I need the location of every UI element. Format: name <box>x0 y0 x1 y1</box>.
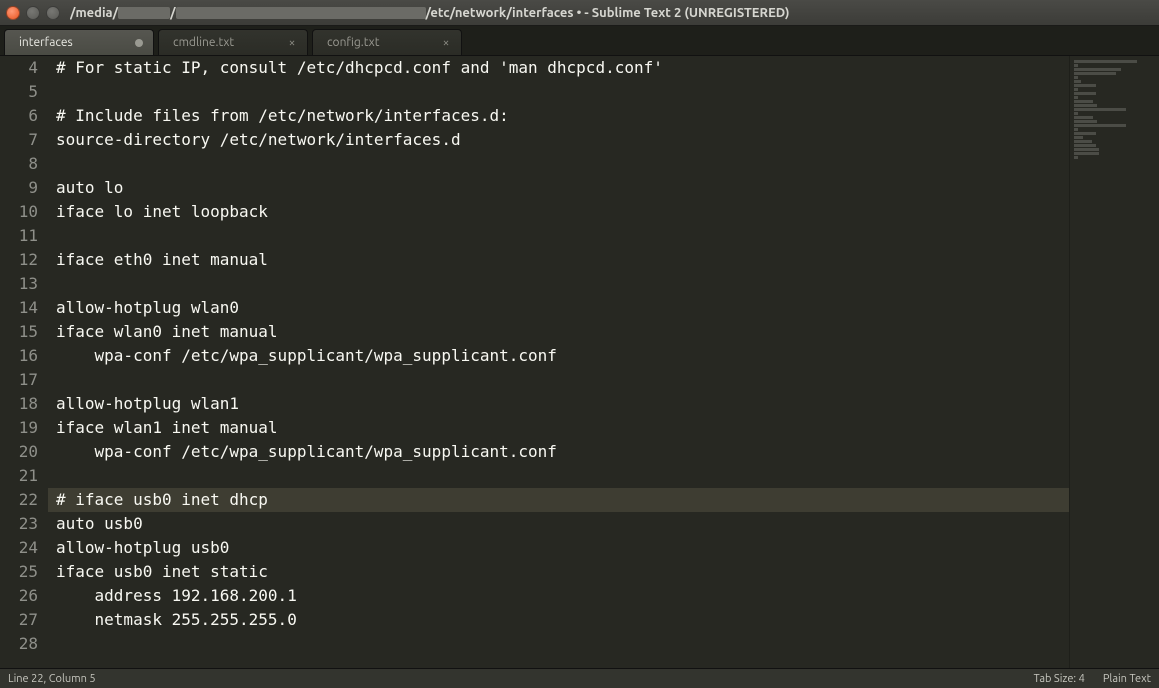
code-line[interactable]: address 192.168.200.1 <box>56 584 1069 608</box>
minimap-content <box>1074 60 1155 160</box>
code-line[interactable]: iface usb0 inet static <box>56 560 1069 584</box>
line-number: 23 <box>0 512 38 536</box>
window-titlebar: /media///etc/network/interfaces • - Subl… <box>0 0 1159 26</box>
line-number: 4 <box>0 56 38 80</box>
code-line[interactable] <box>56 224 1069 248</box>
code-line[interactable]: allow-hotplug usb0 <box>56 536 1069 560</box>
line-number: 10 <box>0 200 38 224</box>
window-controls <box>6 6 60 20</box>
status-tabsize[interactable]: Tab Size: 4 <box>1034 673 1085 685</box>
code-line[interactable] <box>56 152 1069 176</box>
code-line[interactable]: iface wlan0 inet manual <box>56 320 1069 344</box>
line-number: 24 <box>0 536 38 560</box>
code-line[interactable]: iface wlan1 inet manual <box>56 416 1069 440</box>
code-line[interactable]: source-directory /etc/network/interfaces… <box>56 128 1069 152</box>
line-number: 14 <box>0 296 38 320</box>
code-line[interactable]: wpa-conf /etc/wpa_supplicant/wpa_supplic… <box>56 344 1069 368</box>
line-number: 26 <box>0 584 38 608</box>
status-position[interactable]: Line 22, Column 5 <box>8 673 96 685</box>
line-number: 9 <box>0 176 38 200</box>
code-line[interactable]: wpa-conf /etc/wpa_supplicant/wpa_supplic… <box>56 440 1069 464</box>
line-number-gutter: 4567891011121314151617181920212223242526… <box>0 56 48 668</box>
line-number: 20 <box>0 440 38 464</box>
tab-cmdline[interactable]: cmdline.txt × <box>158 29 308 55</box>
code-line[interactable]: iface lo inet loopback <box>56 200 1069 224</box>
window-minimize-button[interactable] <box>26 6 40 20</box>
tab-label: config.txt <box>327 36 379 49</box>
line-number: 19 <box>0 416 38 440</box>
line-number: 12 <box>0 248 38 272</box>
title-suffix: /etc/network/interfaces • - Sublime Text… <box>426 6 790 20</box>
status-syntax[interactable]: Plain Text <box>1103 673 1151 685</box>
line-number: 27 <box>0 608 38 632</box>
line-number: 16 <box>0 344 38 368</box>
tab-close-icon[interactable]: × <box>439 36 453 49</box>
code-line[interactable]: allow-hotplug wlan0 <box>56 296 1069 320</box>
title-prefix: /media/ <box>70 6 118 20</box>
code-line[interactable]: iface eth0 inet manual <box>56 248 1069 272</box>
window-close-button[interactable] <box>6 6 20 20</box>
tab-label: cmdline.txt <box>173 36 234 49</box>
status-bar: Line 22, Column 5 Tab Size: 4 Plain Text <box>0 668 1159 688</box>
code-editor[interactable]: # For static IP, consult /etc/dhcpcd.con… <box>48 56 1069 668</box>
code-line[interactable]: auto usb0 <box>56 512 1069 536</box>
code-line[interactable]: # For static IP, consult /etc/dhcpcd.con… <box>56 56 1069 80</box>
tab-dirty-indicator <box>135 39 143 47</box>
line-number: 7 <box>0 128 38 152</box>
line-number: 22 <box>0 488 38 512</box>
editor-area: 4567891011121314151617181920212223242526… <box>0 56 1159 668</box>
line-number: 25 <box>0 560 38 584</box>
tab-label: interfaces <box>19 36 73 49</box>
code-line[interactable]: netmask 255.255.255.0 <box>56 608 1069 632</box>
minimap[interactable] <box>1069 56 1159 668</box>
tab-interfaces[interactable]: interfaces <box>4 29 154 55</box>
line-number: 5 <box>0 80 38 104</box>
code-line[interactable] <box>56 464 1069 488</box>
code-line[interactable]: # Include files from /etc/network/interf… <box>56 104 1069 128</box>
line-number: 17 <box>0 368 38 392</box>
line-number: 6 <box>0 104 38 128</box>
code-line[interactable] <box>56 80 1069 104</box>
line-number: 13 <box>0 272 38 296</box>
code-line[interactable] <box>56 272 1069 296</box>
code-line[interactable]: allow-hotplug wlan1 <box>56 392 1069 416</box>
line-number: 15 <box>0 320 38 344</box>
line-number: 18 <box>0 392 38 416</box>
tab-config[interactable]: config.txt × <box>312 29 462 55</box>
tab-bar: interfaces cmdline.txt × config.txt × <box>0 26 1159 56</box>
line-number: 21 <box>0 464 38 488</box>
code-line[interactable] <box>56 368 1069 392</box>
tab-close-icon[interactable]: × <box>285 36 299 49</box>
line-number: 11 <box>0 224 38 248</box>
window-maximize-button[interactable] <box>46 6 60 20</box>
code-line[interactable]: auto lo <box>56 176 1069 200</box>
window-title: /media///etc/network/interfaces • - Subl… <box>70 6 1153 20</box>
code-line[interactable] <box>56 632 1069 656</box>
line-number: 8 <box>0 152 38 176</box>
line-number: 28 <box>0 632 38 656</box>
